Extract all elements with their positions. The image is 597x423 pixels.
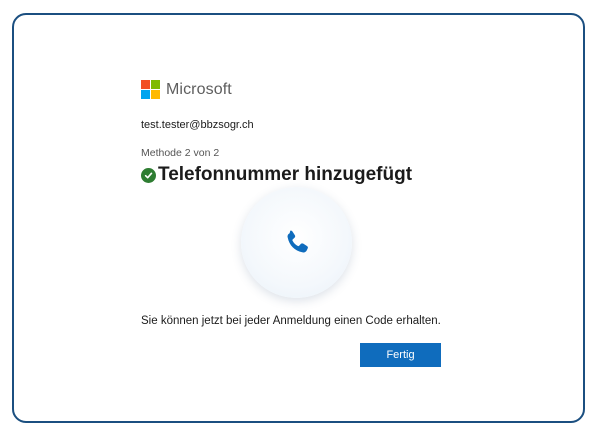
brand-name: Microsoft xyxy=(166,80,232,98)
account-email: test.tester@bbzsogr.ch xyxy=(141,119,254,131)
page-title-row: Telefonnummer hinzugefügt xyxy=(141,164,412,186)
phone-illustration xyxy=(241,187,352,298)
check-circle-icon xyxy=(141,167,156,183)
done-button[interactable]: Fertig xyxy=(360,343,441,367)
page-title: Telefonnummer hinzugefügt xyxy=(158,164,413,185)
info-message: Sie können jetzt bei jeder Anmeldung ein… xyxy=(141,315,441,327)
microsoft-logo-icon xyxy=(141,80,160,99)
phone-icon xyxy=(287,230,308,252)
step-progress: Methode 2 von 2 xyxy=(141,147,220,159)
microsoft-logo: Microsoft xyxy=(141,80,232,99)
